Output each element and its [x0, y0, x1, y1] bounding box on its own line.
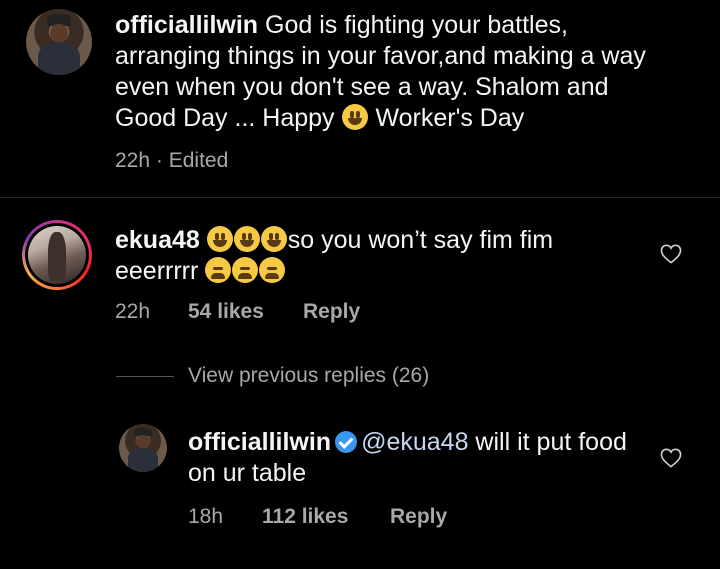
- comment-like-heart-icon[interactable]: [660, 244, 682, 264]
- comment-time: 22h: [115, 300, 151, 323]
- divider: [0, 197, 720, 198]
- tired-face-emoji-icon: [259, 257, 286, 283]
- reply-body: officiallilwin @ekua48 will it put food o…: [188, 427, 628, 489]
- reply-like-heart-icon[interactable]: [660, 448, 682, 468]
- tired-face-emoji-icon: [232, 257, 259, 283]
- reply-username[interactable]: officiallilwin: [188, 428, 331, 456]
- reply-likes-count[interactable]: 112 likes: [262, 505, 348, 528]
- comment-username[interactable]: ekua48: [115, 226, 200, 254]
- reply-mention[interactable]: @ekua48: [361, 428, 468, 456]
- comment-likes[interactable]: 54 likes: [188, 300, 264, 324]
- reply-reply-button[interactable]: Reply: [390, 505, 447, 529]
- reply-likes[interactable]: 112 likes: [262, 505, 348, 529]
- comment-body: ekua48 so you won’t say fim fim eeerrrrr: [115, 225, 635, 287]
- grinning-face-emoji-icon: [206, 226, 233, 252]
- reply-reply-label[interactable]: Reply: [390, 505, 447, 528]
- post-author-avatar[interactable]: [26, 9, 92, 75]
- post-meta: 22h · Edited: [115, 149, 228, 173]
- grinning-face-emoji-icon: [341, 104, 368, 130]
- view-previous-replies-button[interactable]: View previous replies (26): [188, 364, 429, 388]
- commenter-avatar[interactable]: [22, 220, 92, 290]
- grinning-face-emoji-icon: [233, 226, 260, 252]
- reply-author-avatar[interactable]: [119, 424, 167, 472]
- verified-badge-icon: [335, 431, 358, 453]
- comment-reply-button[interactable]: Reply: [303, 300, 360, 324]
- tired-face-emoji-icon: [205, 257, 232, 283]
- post-time: 22h: [115, 149, 151, 172]
- comment-reply-label[interactable]: Reply: [303, 300, 360, 323]
- grinning-face-emoji-icon: [260, 226, 287, 252]
- comment-meta: 22h: [115, 300, 150, 324]
- replies-line: [116, 376, 174, 377]
- reply-meta: 18h: [188, 505, 223, 529]
- post-caption: officiallilwin God is fighting your batt…: [115, 10, 675, 134]
- post-edited-label: Edited: [168, 149, 229, 172]
- caption-text-2: Worker's Day: [368, 104, 525, 132]
- meta-separator: ·: [150, 149, 169, 172]
- reply-time: 18h: [188, 505, 224, 528]
- post-username[interactable]: officiallilwin: [115, 11, 258, 39]
- comment-likes-count[interactable]: 54 likes: [188, 300, 264, 323]
